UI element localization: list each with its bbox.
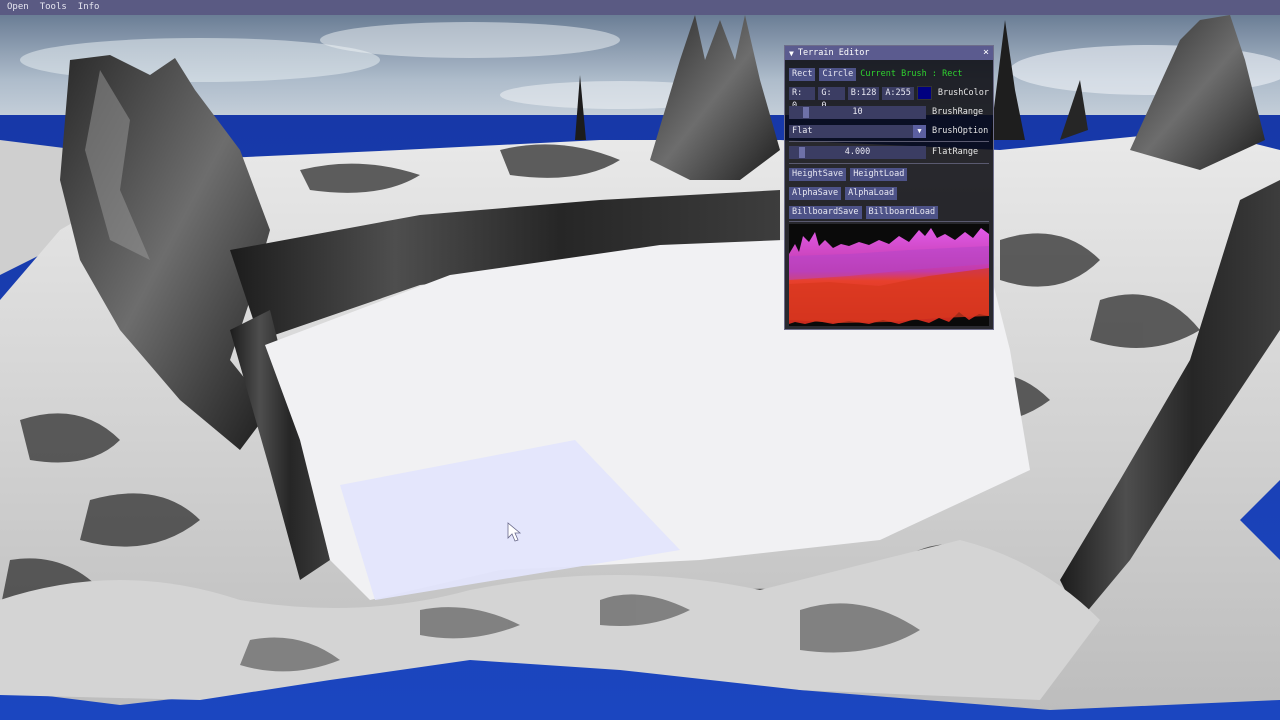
- billboard-save-button[interactable]: BillboardSave: [789, 205, 862, 219]
- separator: [789, 141, 989, 142]
- terrain-3d-viewport[interactable]: [0, 0, 1280, 720]
- terrain-editor-title-bar[interactable]: ▼ Terrain Editor ×: [785, 46, 993, 60]
- color-g-field[interactable]: G: 0: [818, 86, 845, 111]
- brush-option-row: Flat ▼ BrushOption: [789, 124, 989, 138]
- brush-range-slider[interactable]: 10: [789, 105, 926, 119]
- brush-range-row: 10 BrushRange: [789, 105, 989, 119]
- triangle-down-icon[interactable]: ▼: [789, 49, 794, 58]
- brush-range-label: BrushRange: [932, 107, 984, 117]
- menu-info[interactable]: Info: [74, 0, 104, 15]
- slider-grab[interactable]: [799, 146, 805, 158]
- brush-color-swatch[interactable]: [916, 86, 932, 100]
- billboard-io-row: BillboardSave BillboardLoad: [789, 205, 989, 219]
- height-io-row: HeightSave HeightLoad: [789, 167, 989, 181]
- menu-tools[interactable]: Tools: [36, 0, 71, 15]
- window-title: Terrain Editor: [797, 48, 870, 58]
- circle-brush-button[interactable]: Circle: [819, 67, 857, 81]
- brush-option-selected: Flat: [792, 125, 813, 136]
- brush-shape-row: Rect Circle Current Brush : Rect: [789, 67, 989, 81]
- close-icon[interactable]: ×: [983, 46, 989, 60]
- flat-range-label: FlatRange: [932, 147, 979, 157]
- brush-option-label: BrushOption: [932, 126, 989, 136]
- billboard-load-button[interactable]: BillboardLoad: [865, 205, 939, 219]
- terrain-editor-window: ▼ Terrain Editor × Rect Circle Current B…: [784, 45, 994, 330]
- color-r-field[interactable]: R: 0: [789, 86, 816, 111]
- separator: [789, 221, 989, 222]
- height-load-button[interactable]: HeightLoad: [850, 167, 908, 181]
- color-a-field[interactable]: A:255: [882, 86, 914, 100]
- brush-range-value: 10: [852, 106, 863, 117]
- rect-brush-button[interactable]: Rect: [789, 67, 816, 81]
- separator: [789, 163, 989, 164]
- brush-color-label: BrushColor: [937, 88, 990, 98]
- terrain-scene: [0, 0, 1280, 720]
- alpha-save-button[interactable]: AlphaSave: [789, 186, 842, 200]
- color-b-field[interactable]: B:128: [847, 86, 880, 100]
- alpha-load-button[interactable]: AlphaLoad: [845, 186, 898, 200]
- flat-range-value: 4.000: [844, 146, 871, 157]
- chevron-down-icon[interactable]: ▼: [913, 124, 926, 138]
- main-menu-bar: Open Tools Info: [0, 0, 1280, 15]
- current-brush-label: Current Brush : Rect: [860, 69, 963, 79]
- brush-option-combo[interactable]: Flat ▼: [789, 124, 926, 138]
- heightmap-preview: [789, 224, 989, 326]
- slider-grab[interactable]: [803, 106, 809, 118]
- height-save-button[interactable]: HeightSave: [789, 167, 847, 181]
- flat-range-row: 4.000 FlatRange: [789, 145, 989, 159]
- brush-color-row: R: 0 G: 0 B:128 A:255 BrushColor: [789, 86, 990, 111]
- flat-range-slider[interactable]: 4.000: [789, 145, 926, 159]
- alpha-io-row: AlphaSave AlphaLoad: [789, 186, 989, 200]
- menu-open[interactable]: Open: [3, 0, 33, 15]
